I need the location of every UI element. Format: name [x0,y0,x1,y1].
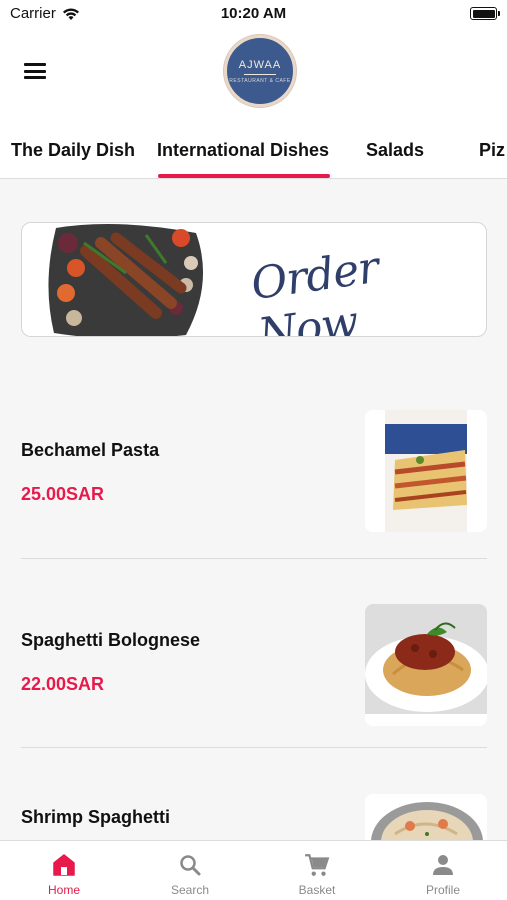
item-name: Bechamel Pasta [21,440,160,460]
divider [21,747,487,748]
nav-search[interactable]: Search [127,841,253,900]
home-icon [53,854,75,876]
bottom-navigation: Home Search Basket Profile [0,840,507,900]
item-name: Spaghetti Bolognese [21,630,201,650]
kebab-platter-image [48,224,204,336]
divider [21,558,487,559]
menu-item-shrimp-spaghetti[interactable]: Shrimp Spaghetti [0,780,507,840]
banner-order-now-text: Order Now [248,241,382,337]
nav-label: Home [47,883,80,897]
item-name: Shrimp Spaghetti [21,807,171,827]
item-price: 25.00SAR [21,484,105,504]
nav-home[interactable]: Home [1,841,127,900]
nav-label: Basket [298,883,336,897]
nav-label: Search [170,883,210,897]
nav-basket[interactable]: Basket [254,841,380,900]
cart-icon [305,854,330,876]
status-time: 10:20 AM [220,5,287,22]
battery-icon [470,7,500,20]
logo-subtext: RESTAURANT & CAFE [229,77,291,84]
app-header: AJWAA RESTAURANT & CAFE [0,30,507,125]
spaghetti-bolognese-image [365,604,487,726]
person-icon [433,855,453,875]
search-icon [180,855,201,876]
category-tabs: The Daily Dish International Dishes Sala… [0,125,507,179]
status-bar: Carrier 10:20 AM [0,0,507,30]
nav-label: Profile [425,883,460,897]
menu-item-bechamel-pasta[interactable]: Bechamel Pasta 25.00SAR [0,400,507,588]
shrimp-spaghetti-image [365,794,487,840]
restaurant-logo[interactable]: AJWAA RESTAURANT & CAFE [224,35,296,107]
nav-profile[interactable]: Profile [380,841,506,900]
menu-button[interactable] [24,63,46,79]
tab-international-dishes[interactable]: International Dishes [157,140,329,161]
tab-salads[interactable]: Salads [366,140,424,161]
logo-text: AJWAA [238,58,282,71]
bechamel-pasta-image [365,410,487,532]
order-now-banner[interactable]: Order Now [21,222,487,337]
tab-pizza[interactable]: Piz [479,140,505,161]
active-tab-indicator [158,174,330,178]
menu-item-spaghetti-bolognese[interactable]: Spaghetti Bolognese 22.00SAR [0,590,507,778]
tab-the-daily-dish[interactable]: The Daily Dish [11,140,135,161]
item-price: 22.00SAR [21,674,105,694]
hamburger-icon [24,63,46,66]
